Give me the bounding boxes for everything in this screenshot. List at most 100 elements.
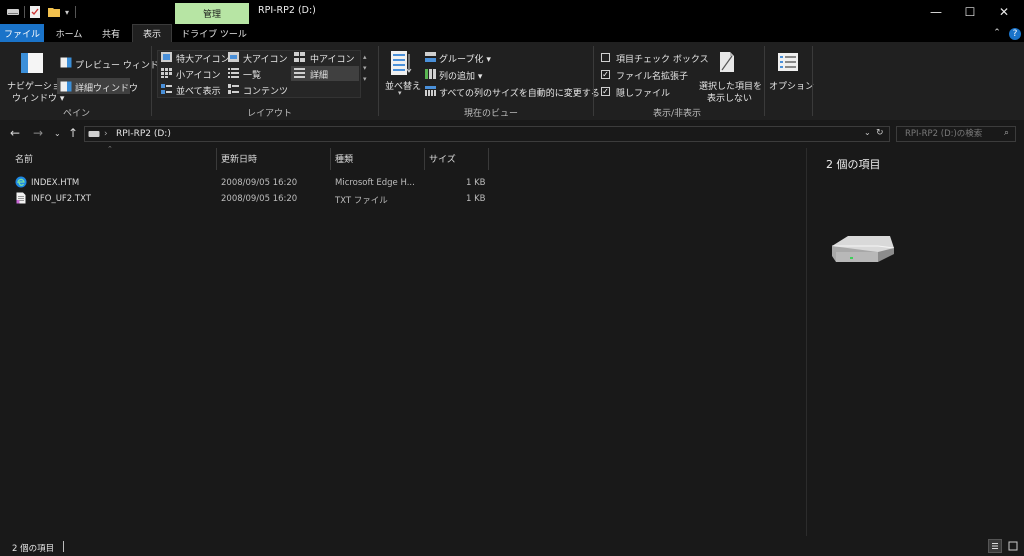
layout-medium-icons[interactable]: 中アイコン bbox=[310, 52, 355, 65]
group-label-pane: ペイン bbox=[63, 109, 91, 119]
title-bar bbox=[0, 0, 1024, 24]
ribbon-divider bbox=[593, 46, 594, 116]
gallery-scroll-arrows[interactable]: ▴ ▾ ▾ bbox=[363, 52, 367, 85]
group-by-icon bbox=[425, 52, 436, 62]
column-header-name[interactable]: 名前 bbox=[15, 152, 33, 165]
details-view-toggle-icon[interactable] bbox=[988, 539, 1002, 553]
properties-icon[interactable] bbox=[29, 5, 41, 19]
recent-locations-chevron-icon[interactable]: ⌄ bbox=[54, 129, 61, 138]
fit-columns-button[interactable]: すべての列のサイズを自動的に変更する bbox=[439, 86, 600, 99]
drive-large-icon bbox=[832, 236, 895, 262]
search-icon: ⌕ bbox=[1004, 128, 1010, 138]
address-dropdown-chevron-icon[interactable]: ⌄ bbox=[864, 128, 871, 137]
column-header-size[interactable]: サイズ bbox=[429, 152, 456, 165]
details-icon bbox=[294, 68, 305, 78]
tiles-icon bbox=[161, 84, 172, 94]
sort-ascending-icon: ⌃ bbox=[107, 145, 113, 153]
collapse-ribbon-icon[interactable]: ⌃ bbox=[990, 24, 1004, 42]
text-file-icon bbox=[16, 192, 26, 204]
details-pane-item-count: 2 個の項目 bbox=[826, 158, 881, 171]
column-divider[interactable] bbox=[216, 148, 217, 170]
layout-tiles[interactable]: 並べて表示 bbox=[176, 84, 221, 97]
hide-selected-icon[interactable] bbox=[718, 50, 736, 74]
customize-qa-icon[interactable]: ▾ bbox=[65, 8, 69, 17]
file-type: Microsoft Edge H... bbox=[335, 178, 415, 188]
tab-view[interactable]: 表示 bbox=[132, 24, 172, 42]
details-pane-divider[interactable] bbox=[806, 148, 807, 536]
column-divider[interactable] bbox=[488, 148, 489, 170]
column-divider[interactable] bbox=[424, 148, 425, 170]
layout-small-icons[interactable]: 小アイコン bbox=[176, 68, 221, 81]
file-modified: 2008/09/05 16:20 bbox=[221, 194, 298, 204]
maximize-button[interactable]: ☐ bbox=[953, 0, 987, 24]
layout-details: 詳細 bbox=[310, 71, 329, 81]
sort-dropdown-icon[interactable]: ▾ bbox=[398, 89, 402, 97]
layout-content[interactable]: コンテンツ bbox=[243, 84, 288, 97]
group-label-layout: レイアウト bbox=[247, 109, 293, 119]
help-icon[interactable]: ? bbox=[1009, 28, 1021, 40]
ribbon-divider bbox=[764, 46, 765, 116]
content-icon bbox=[228, 84, 239, 94]
address-box[interactable] bbox=[84, 126, 890, 142]
column-header-type[interactable]: 種類 bbox=[335, 152, 353, 165]
file-size: 1 KB bbox=[466, 194, 486, 204]
fit-columns-icon bbox=[425, 86, 436, 96]
preview-pane-icon[interactable] bbox=[60, 57, 72, 68]
file-name[interactable]: INDEX.HTM bbox=[31, 178, 79, 188]
add-columns-button[interactable]: 列の追加 ▾ bbox=[439, 69, 482, 82]
medium-icons-icon bbox=[294, 52, 305, 62]
options-button[interactable]: オプション bbox=[769, 79, 814, 92]
hidden-items-checkbox[interactable]: ✓ bbox=[601, 87, 610, 96]
layout-extra-large-icons[interactable]: 特大アイコン bbox=[176, 52, 230, 65]
breadcrumb-separator[interactable]: › bbox=[104, 129, 108, 139]
layout-list[interactable]: 一覧 bbox=[243, 68, 261, 81]
back-arrow-icon[interactable]: ← bbox=[10, 126, 20, 140]
file-size: 1 KB bbox=[466, 178, 486, 188]
extensions-label[interactable]: ファイル名拡張子 bbox=[616, 69, 688, 82]
hidden-items-label[interactable]: 隠しファイル bbox=[616, 86, 670, 99]
context-tab-manage[interactable]: 管理 bbox=[175, 3, 249, 24]
file-name[interactable]: INFO_UF2.TXT bbox=[31, 194, 91, 204]
large-icons-icon bbox=[228, 52, 239, 62]
layout-large-icons[interactable]: 大アイコン bbox=[243, 52, 288, 65]
close-button[interactable]: ✕ bbox=[987, 0, 1021, 24]
status-item-count: 2 個の項目 bbox=[12, 544, 55, 554]
tab-home[interactable]: ホーム bbox=[48, 24, 90, 42]
ribbon-divider bbox=[151, 46, 152, 116]
ribbon-divider bbox=[378, 46, 379, 116]
up-arrow-icon[interactable]: ↑ bbox=[68, 126, 78, 140]
navigation-pane-icon[interactable] bbox=[20, 52, 44, 74]
item-checkboxes-checkbox[interactable] bbox=[601, 53, 610, 62]
window-title: RPI-RP2 (D:) bbox=[258, 5, 316, 16]
ribbon-divider bbox=[812, 46, 813, 116]
group-label-current-view: 現在のビュー bbox=[464, 109, 519, 119]
item-checkboxes-label[interactable]: 項目チェック ボックス bbox=[616, 52, 709, 65]
new-folder-icon[interactable] bbox=[47, 6, 61, 18]
add-columns-icon bbox=[425, 69, 436, 79]
breadcrumb-drive[interactable]: RPI-RP2 (D:) bbox=[116, 129, 171, 139]
tab-file[interactable]: ファイル bbox=[0, 24, 44, 42]
file-modified: 2008/09/05 16:20 bbox=[221, 178, 298, 188]
sort-icon[interactable] bbox=[390, 50, 412, 76]
search-input[interactable]: RPI-RP2 (D:)の検索 bbox=[896, 126, 1016, 142]
forward-arrow-icon[interactable]: → bbox=[33, 126, 43, 140]
column-divider[interactable] bbox=[330, 148, 331, 170]
preview-pane-button[interactable]: プレビュー ウィンドウ bbox=[75, 58, 168, 71]
group-by-button[interactable]: グループ化 ▾ bbox=[439, 52, 491, 65]
drive-icon[interactable] bbox=[6, 7, 20, 17]
tab-drive-tools[interactable]: ドライブ ツール bbox=[176, 24, 252, 42]
sort-button[interactable]: 並べ替え bbox=[385, 79, 421, 92]
extensions-checkbox[interactable]: ✓ bbox=[601, 70, 610, 79]
minimize-button[interactable]: — bbox=[919, 0, 953, 24]
large-icons-view-toggle-icon[interactable] bbox=[1006, 539, 1020, 553]
small-icons-icon bbox=[161, 68, 172, 78]
drive-icon bbox=[88, 131, 100, 137]
edge-icon bbox=[15, 176, 27, 188]
refresh-icon[interactable]: ↻ bbox=[876, 128, 884, 138]
tab-share[interactable]: 共有 bbox=[92, 24, 130, 42]
extra-large-icons-icon bbox=[161, 52, 172, 62]
hide-selected-label-2[interactable]: 表示しない bbox=[707, 91, 752, 104]
column-header-modified[interactable]: 更新日時 bbox=[221, 152, 257, 165]
file-type: TXT ファイル bbox=[335, 196, 388, 206]
options-icon[interactable] bbox=[777, 52, 799, 72]
